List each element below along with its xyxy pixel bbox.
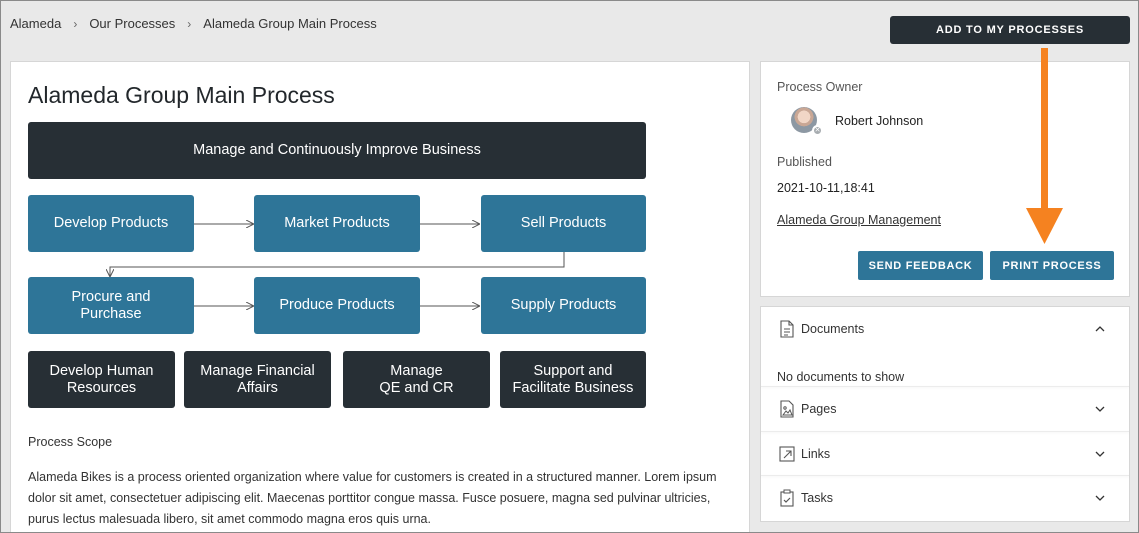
status-badge: ✕ — [812, 125, 823, 136]
diagram-box-manage-qe-cr[interactable]: Manage QE and CR — [343, 351, 490, 408]
arrow-down-icon — [1026, 48, 1063, 244]
chevron-right-icon: › — [187, 16, 192, 31]
process-card: Alameda Group Main Process Manage and Co… — [10, 61, 750, 533]
diagram-box-sell-products[interactable]: Sell Products — [481, 195, 646, 252]
external-link-icon — [779, 446, 795, 462]
breadcrumb-current: Alameda Group Main Process — [203, 16, 377, 31]
resources-accordion: Documents No documents to show Pages Lin… — [760, 306, 1130, 522]
accordion-pages-label: Pages — [801, 402, 837, 416]
chevron-down-icon[interactable] — [1095, 449, 1105, 459]
accordion-divider — [761, 431, 1129, 432]
diagram-box-supply-products[interactable]: Supply Products — [481, 277, 646, 334]
diagram-box-develop-products[interactable]: Develop Products — [28, 195, 194, 252]
accordion-links-header[interactable]: Links — [761, 442, 1129, 466]
accordion-documents-header[interactable]: Documents — [761, 317, 1129, 341]
published-label: Published — [777, 155, 832, 169]
group-management-link[interactable]: Alameda Group Management — [777, 213, 941, 227]
send-feedback-button[interactable]: SEND FEEDBACK — [858, 251, 983, 280]
accordion-divider — [761, 475, 1129, 476]
breadcrumb: Alameda › Our Processes › Alameda Group … — [10, 16, 377, 31]
chevron-down-icon[interactable] — [1095, 404, 1105, 414]
diagram-box-support-facilitate[interactable]: Support and Facilitate Business — [500, 351, 646, 408]
avatar[interactable]: ✕ — [791, 107, 823, 136]
chevron-right-icon: › — [73, 16, 78, 31]
diagram-box-procure-purchase[interactable]: Procure and Purchase — [28, 277, 194, 334]
accordion-tasks-header[interactable]: Tasks — [761, 486, 1129, 510]
diagram-box-develop-hr[interactable]: Develop Human Resources — [28, 351, 175, 408]
accordion-divider — [761, 386, 1129, 387]
diagram-box-market-products[interactable]: Market Products — [254, 195, 420, 252]
process-scope-title: Process Scope — [28, 435, 113, 449]
process-scope-text: Alameda Bikes is a process oriented orga… — [28, 470, 717, 526]
chevron-up-icon[interactable] — [1095, 324, 1105, 334]
print-process-button[interactable]: PRINT PROCESS — [990, 251, 1114, 280]
owner-name[interactable]: Robert Johnson — [835, 114, 923, 128]
accordion-links-label: Links — [801, 447, 831, 461]
clipboard-check-icon — [780, 489, 794, 507]
published-date: 2021-10-11,18:41 — [777, 181, 875, 195]
documents-empty-text: No documents to show — [777, 370, 905, 384]
process-owner-label: Process Owner — [777, 80, 863, 94]
breadcrumb-our-processes[interactable]: Our Processes — [89, 16, 175, 31]
image-icon — [780, 400, 794, 418]
accordion-pages-header[interactable]: Pages — [761, 397, 1129, 421]
diagram-box-manage-improve[interactable]: Manage and Continuously Improve Business — [28, 122, 646, 179]
accordion-tasks-label: Tasks — [801, 491, 833, 505]
breadcrumb-alameda[interactable]: Alameda — [10, 16, 61, 31]
chevron-down-icon[interactable] — [1095, 493, 1105, 503]
diagram-box-produce-products[interactable]: Produce Products — [254, 277, 420, 334]
diagram-box-manage-financial[interactable]: Manage Financial Affairs — [184, 351, 331, 408]
add-to-my-processes-button[interactable]: ADD TO MY PROCESSES — [890, 16, 1130, 44]
accordion-documents-label: Documents — [801, 322, 865, 336]
document-icon — [780, 320, 794, 338]
